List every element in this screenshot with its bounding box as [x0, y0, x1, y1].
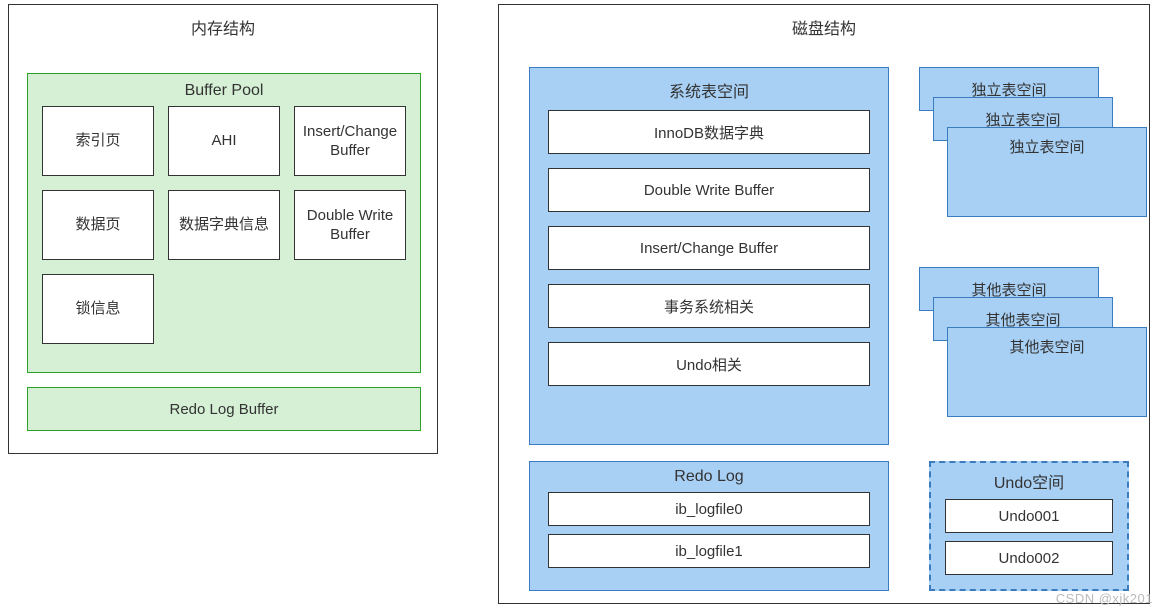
system-tablespace-box: 系统表空间 InnoDB数据字典 Double Write Buffer Ins… [529, 67, 889, 445]
bp-cell-ahi: AHI [168, 106, 280, 176]
bp-cell-insert-change-buffer: Insert/Change Buffer [294, 106, 406, 176]
sys-item-data-dict: InnoDB数据字典 [548, 110, 870, 154]
watermark: CSDN @xjk201 [1056, 591, 1153, 606]
redo-log-buffer-label: Redo Log Buffer [170, 401, 279, 418]
redo-log-file-1: ib_logfile1 [548, 534, 870, 568]
undo-space-box: Undo空间 Undo001 Undo002 [929, 461, 1129, 591]
redo-log-box: Redo Log ib_logfile0 ib_logfile1 [529, 461, 889, 591]
redo-log-title: Redo Log [530, 462, 888, 492]
independent-ts-label: 独立表空间 [948, 128, 1146, 157]
redo-log-buffer-box: Redo Log Buffer [27, 387, 421, 431]
undo-file-0: Undo001 [945, 499, 1113, 533]
buffer-pool-title: Buffer Pool [28, 74, 420, 106]
redo-log-file-0: ib_logfile0 [548, 492, 870, 526]
bp-cell-double-write-buffer: Double Write Buffer [294, 190, 406, 260]
disk-structure-panel: 磁盘结构 系统表空间 InnoDB数据字典 Double Write Buffe… [498, 4, 1150, 604]
independent-ts-layer-1: 独立表空间 [947, 127, 1147, 217]
memory-structure-panel: 内存结构 Buffer Pool 索引页 AHI Insert/Change B… [8, 4, 438, 454]
other-tablespace-stack: 其他表空间 其他表空间 其他表空间 [919, 267, 1139, 447]
bp-cell-index-page: 索引页 [42, 106, 154, 176]
other-ts-label: 其他表空间 [948, 328, 1146, 357]
undo-space-title: Undo空间 [931, 463, 1127, 499]
sys-item-txn: 事务系统相关 [548, 284, 870, 328]
sys-item-insert-change: Insert/Change Buffer [548, 226, 870, 270]
bp-cell-data-dict: 数据字典信息 [168, 190, 280, 260]
bp-cell-lock-info: 锁信息 [42, 274, 154, 344]
memory-title: 内存结构 [9, 5, 437, 47]
disk-title: 磁盘结构 [499, 5, 1149, 47]
buffer-pool-box: Buffer Pool 索引页 AHI Insert/Change Buffer… [27, 73, 421, 373]
sys-item-undo: Undo相关 [548, 342, 870, 386]
system-tablespace-title: 系统表空间 [530, 68, 888, 110]
sys-item-double-write: Double Write Buffer [548, 168, 870, 212]
independent-tablespace-stack: 独立表空间 独立表空间 独立表空间 [919, 67, 1139, 247]
other-ts-layer-1: 其他表空间 [947, 327, 1147, 417]
undo-file-1: Undo002 [945, 541, 1113, 575]
bp-cell-data-page: 数据页 [42, 190, 154, 260]
